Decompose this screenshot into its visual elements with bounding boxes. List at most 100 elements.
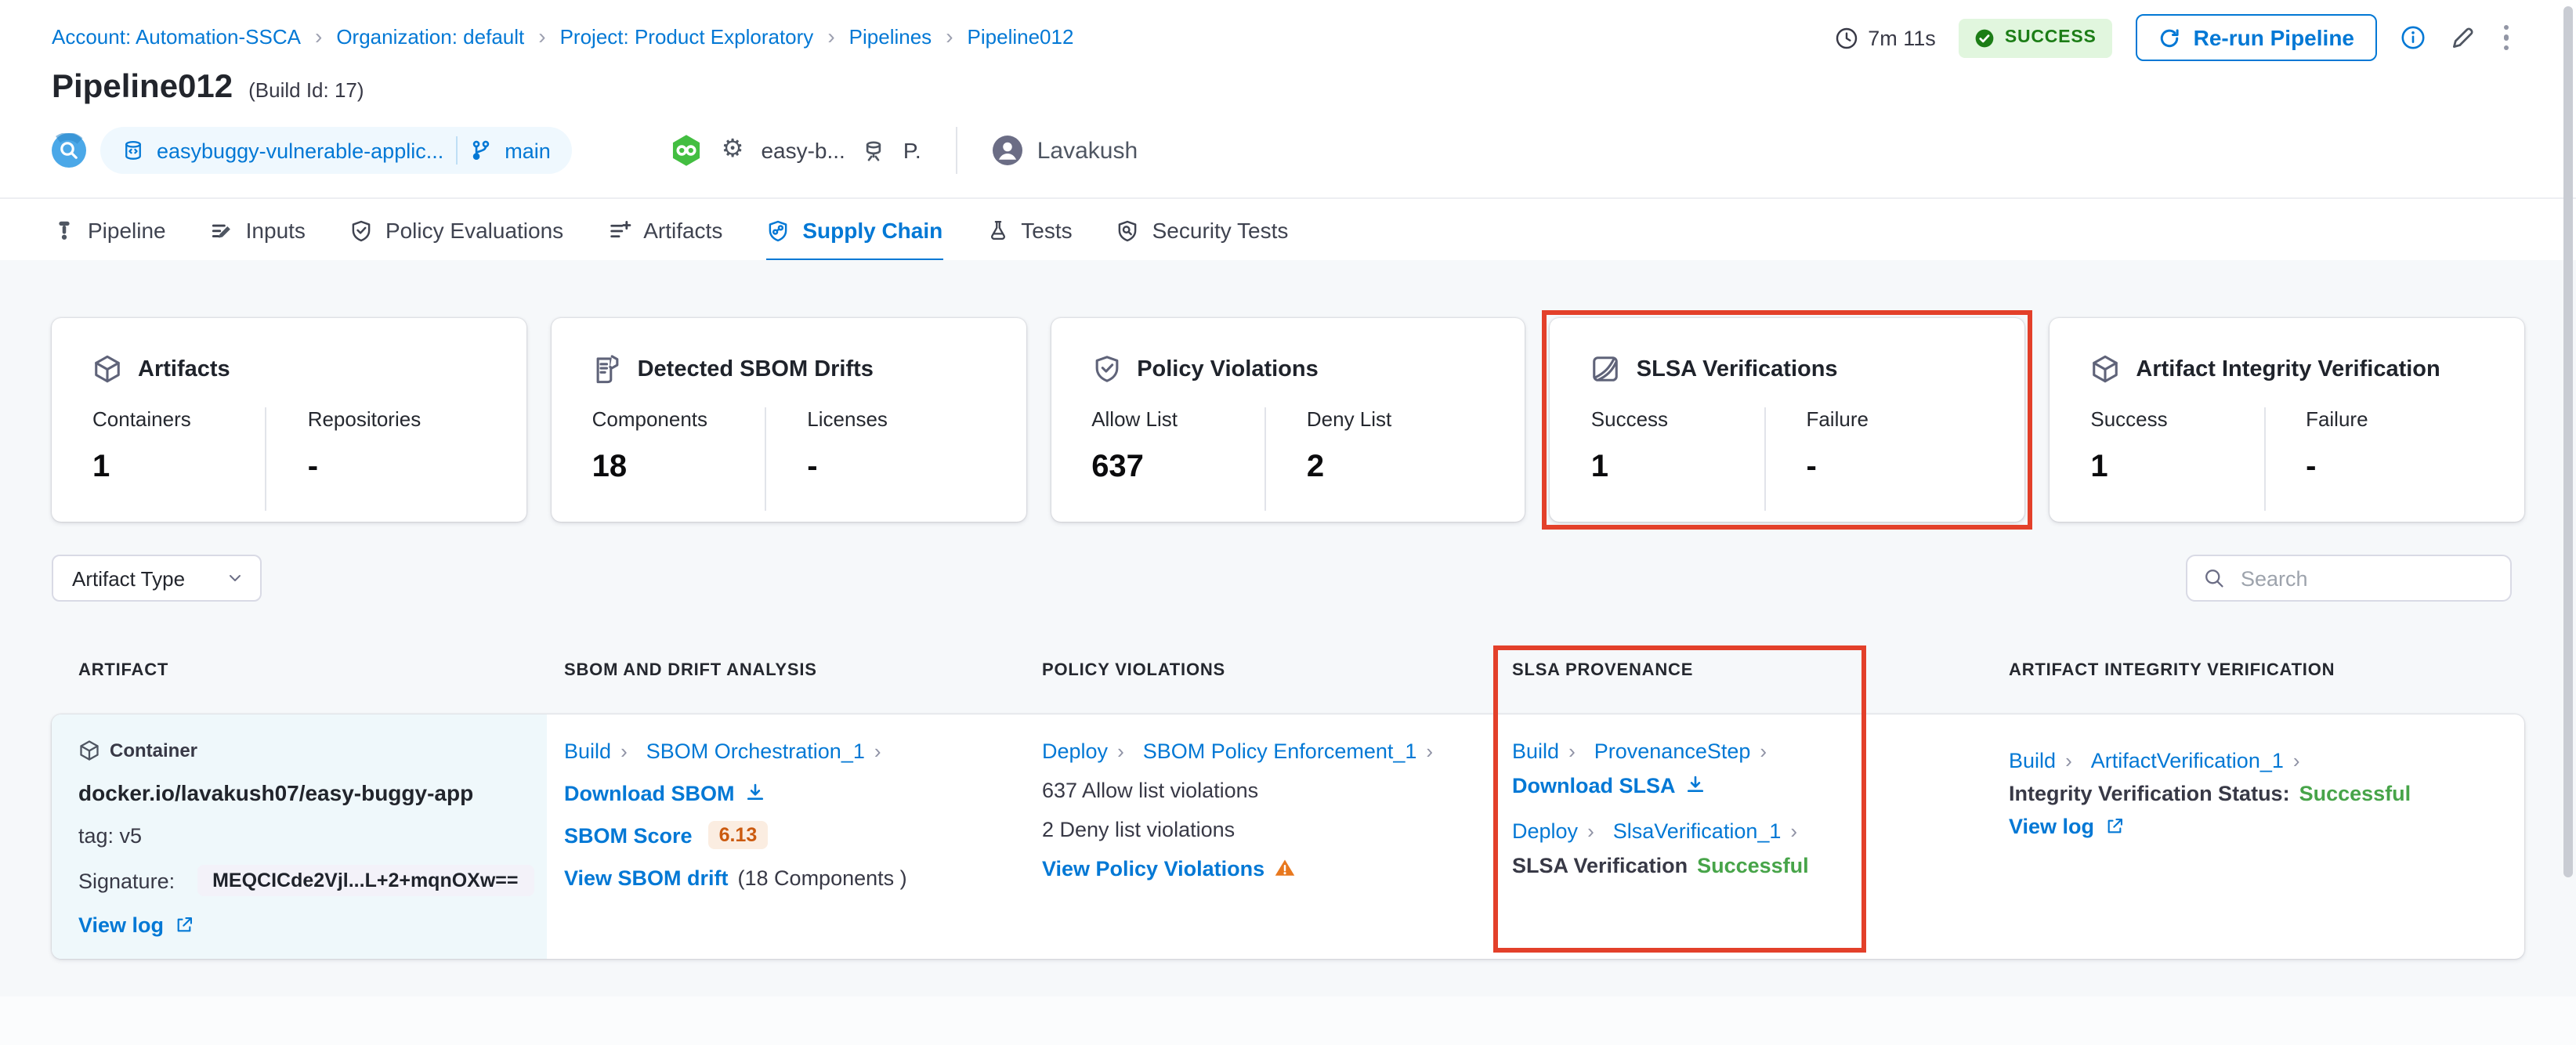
breadcrumb-organization[interactable]: Organization: default bbox=[336, 24, 559, 49]
repo-name-link[interactable]: easybuggy-vulnerable-applic... bbox=[157, 139, 443, 162]
supply-chain-page: Account: Automation-SSCA Organization: d… bbox=[0, 0, 2576, 1045]
search-input[interactable] bbox=[2238, 565, 2521, 591]
sbom-column: Build SBOM Orchestration_1 Download SBOM… bbox=[564, 736, 907, 906]
tab-tests[interactable]: Tests bbox=[986, 199, 1073, 262]
breadcrumb: Account: Automation-SSCA Organization: d… bbox=[52, 24, 1073, 49]
chevron-down-icon bbox=[226, 569, 244, 588]
sbom-drift-components: (18 Components ) bbox=[737, 866, 907, 889]
triggered-by: Lavakush bbox=[992, 135, 1138, 166]
artifact-type: Container bbox=[110, 739, 198, 761]
tab-policy-evaluations[interactable]: Policy Evaluations bbox=[349, 199, 563, 262]
sbom-score-badge: 6.13 bbox=[707, 821, 769, 849]
stat-value: 2 bbox=[1306, 450, 1325, 484]
signature-value: MEQCICde2Vjl...L+2+mqnOXw== bbox=[197, 865, 534, 896]
stat-label: Repositories bbox=[307, 407, 421, 431]
avatar-icon bbox=[992, 135, 1023, 166]
stage-link[interactable]: Deploy bbox=[1042, 739, 1134, 762]
tab-artifacts[interactable]: Artifacts bbox=[607, 199, 722, 262]
tab-label: Tests bbox=[1021, 218, 1073, 243]
card-policy-violations: Policy Violations Allow List 637 Deny Lis… bbox=[1051, 318, 1525, 522]
header-actions: 7m 11s SUCCESS Re-run Pipeline bbox=[1835, 14, 2513, 61]
gear-icon: ⚙ bbox=[721, 136, 744, 163]
card-title: SLSA Verifications bbox=[1636, 356, 1838, 381]
stat-value: 1 bbox=[92, 450, 110, 484]
title-row: Pipeline012 (Build Id: 17) bbox=[52, 69, 364, 107]
tab-label: Artifacts bbox=[643, 218, 723, 243]
slsa-column: Build ProvenanceStep Download SLSA Deplo… bbox=[1512, 736, 1809, 885]
trigger-initial: P. bbox=[903, 138, 921, 163]
stage-link[interactable]: Build bbox=[2009, 748, 2082, 772]
artifact-table-row: Container docker.io/lavakush07/easy-bugg… bbox=[52, 714, 2524, 959]
edit-icon[interactable] bbox=[2448, 24, 2475, 51]
card-artifact-integrity: Artifact Integrity Verification Success 1… bbox=[2050, 318, 2524, 522]
stat-value: 1 bbox=[1590, 450, 1609, 484]
ci-hexagon-icon bbox=[670, 133, 704, 168]
step-link[interactable]: SBOM Policy Enforcement_1 bbox=[1143, 739, 1442, 762]
stat-label: Success bbox=[2090, 407, 2168, 431]
tab-supply-chain[interactable]: Supply Chain bbox=[766, 199, 944, 263]
stage-link[interactable]: Build bbox=[1512, 739, 1585, 762]
tab-inputs[interactable]: Inputs bbox=[210, 199, 306, 262]
slsa-icon bbox=[1591, 354, 1621, 384]
stat-value: - bbox=[807, 450, 818, 484]
stage-link[interactable]: Build bbox=[564, 739, 637, 762]
supply-chain-icon bbox=[766, 219, 790, 242]
run-duration: 7m 11s bbox=[1835, 26, 1936, 49]
step-link[interactable]: SBOM Orchestration_1 bbox=[646, 739, 891, 762]
meta-divider bbox=[955, 127, 957, 174]
sbom-score-link[interactable]: SBOM Score bbox=[564, 823, 693, 847]
stat-value: 637 bbox=[1091, 450, 1144, 484]
download-slsa-link[interactable]: Download SLSA bbox=[1512, 773, 1676, 797]
trigger-service-name: easy-b... bbox=[761, 138, 845, 163]
view-policy-violations-link[interactable]: View Policy Violations bbox=[1042, 856, 1264, 880]
vertical-scrollbar[interactable] bbox=[2563, 6, 2573, 877]
stat-value: 18 bbox=[592, 450, 628, 484]
step-link[interactable]: SlsaVerification_1 bbox=[1613, 819, 1807, 842]
column-header-artifact: ARTIFACT bbox=[78, 661, 169, 680]
column-header-slsa: SLSA PROVENANCE bbox=[1512, 661, 1694, 680]
pipeline-icon bbox=[53, 219, 75, 241]
breadcrumb-account[interactable]: Account: Automation-SSCA bbox=[52, 24, 336, 49]
page-title: Pipeline012 bbox=[52, 69, 233, 105]
infrastructure-icon bbox=[863, 139, 886, 162]
rerun-icon bbox=[2158, 26, 2181, 49]
more-options-icon[interactable] bbox=[2498, 20, 2513, 56]
container-cube-icon bbox=[78, 739, 100, 761]
view-log-link[interactable]: View log bbox=[78, 913, 164, 936]
integrity-status-label: Integrity Verification Status: bbox=[2009, 781, 2290, 805]
user-name: Lavakush bbox=[1037, 137, 1138, 164]
artifact-type-dropdown[interactable]: Artifact Type bbox=[52, 555, 262, 602]
rerun-pipeline-button[interactable]: Re-run Pipeline bbox=[2135, 14, 2376, 61]
repository-icon bbox=[122, 139, 144, 161]
breadcrumb-current[interactable]: Pipeline012 bbox=[968, 24, 1074, 48]
status-badge: SUCCESS bbox=[1959, 18, 2112, 57]
stage-link[interactable]: Deploy bbox=[1512, 819, 1604, 842]
trigger-info: ⚙ easy-b... P. bbox=[670, 133, 921, 168]
allow-list-violations: 637 Allow list violations bbox=[1042, 778, 1259, 801]
artifacts-icon bbox=[607, 219, 631, 242]
slsa-status-label: SLSA Verification bbox=[1512, 853, 1688, 877]
tab-security-tests[interactable]: Security Tests bbox=[1116, 199, 1288, 262]
card-title: Artifact Integrity Verification bbox=[2136, 356, 2440, 381]
warning-icon bbox=[1274, 857, 1296, 879]
tab-pipeline[interactable]: Pipeline bbox=[53, 199, 166, 262]
view-log-link[interactable]: View log bbox=[2009, 814, 2094, 837]
info-icon[interactable] bbox=[2400, 25, 2425, 50]
branch-name-link[interactable]: main bbox=[505, 139, 551, 162]
download-icon bbox=[744, 782, 766, 804]
tab-label: Policy Evaluations bbox=[385, 218, 564, 243]
cube-icon bbox=[92, 354, 122, 384]
breadcrumb-project[interactable]: Project: Product Exploratory bbox=[560, 24, 849, 49]
clock-icon bbox=[1835, 26, 1858, 49]
integrity-column: Build ArtifactVerification_1 Integrity V… bbox=[2009, 746, 2411, 844]
download-sbom-link[interactable]: Download SBOM bbox=[564, 781, 735, 805]
artifact-image-name: docker.io/lavakush07/easy-buggy-app bbox=[78, 780, 474, 805]
step-link[interactable]: ArtifactVerification_1 bbox=[2091, 748, 2310, 772]
breadcrumb-pipelines[interactable]: Pipelines bbox=[849, 24, 968, 49]
stat-label: Success bbox=[1590, 407, 1669, 431]
security-tests-icon bbox=[1116, 219, 1140, 242]
view-sbom-drift-link[interactable]: View SBOM drift bbox=[564, 866, 729, 889]
slsa-status-value: Successful bbox=[1697, 853, 1809, 877]
step-link[interactable]: ProvenanceStep bbox=[1594, 739, 1776, 762]
integrity-status-value: Successful bbox=[2299, 781, 2411, 805]
